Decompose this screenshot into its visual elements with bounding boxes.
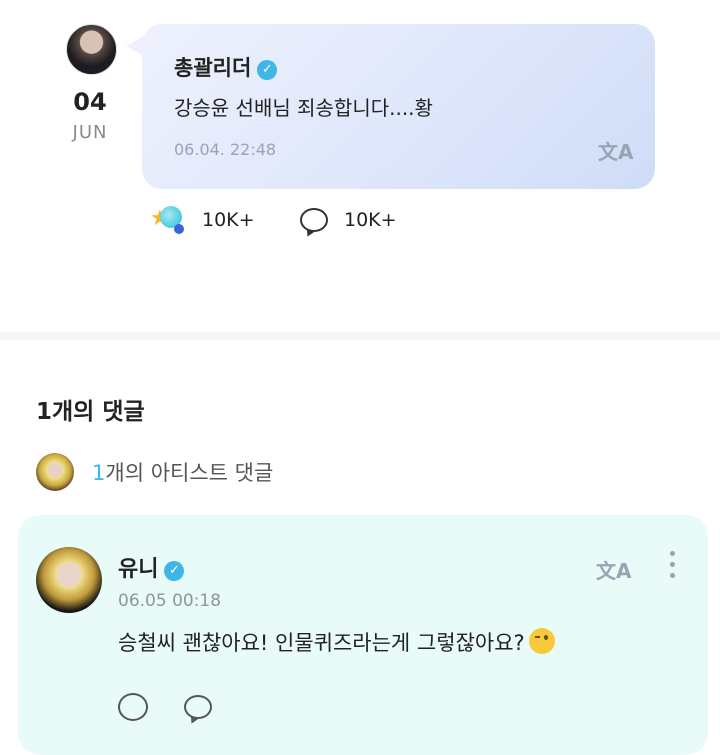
verified-icon: ✓ — [257, 60, 278, 80]
post-bubble[interactable]: 총괄리더 ✓ 강승윤 선배님 죄송합니다....황 06.04. 22:48 文A — [142, 24, 655, 189]
translate-icon[interactable]: 文A — [596, 555, 631, 584]
artist-comments-text: 개의 아티스트 댓글 — [105, 461, 274, 485]
artist-comments-count: 1 — [92, 461, 106, 485]
post-author-avatar[interactable] — [66, 24, 117, 75]
comment-timestamp: 06.05 00:18 — [118, 591, 222, 611]
comment-bubble-icon — [300, 208, 328, 232]
artist-comment-card: 유니 ✓ 06.05 00:18 승철씨 괜찮아요! 인물퀴즈라는게 그렇잖아요?… — [18, 515, 708, 755]
reaction-star-icon: ★ — [150, 204, 186, 236]
more-vertical-icon[interactable] — [670, 551, 676, 584]
comment-actions — [118, 693, 212, 721]
post-text: 강승윤 선배님 죄송합니다....황 — [174, 96, 433, 120]
comment-author-row: 유니 ✓ — [118, 551, 185, 583]
post-date-month: JUN — [72, 122, 108, 143]
section-divider — [0, 332, 720, 340]
reply-bubble-icon[interactable] — [184, 695, 212, 719]
post-author-name[interactable]: 총괄리더 — [174, 56, 251, 80]
verified-icon: ✓ — [164, 561, 185, 581]
post-date-day: 04 — [73, 88, 107, 116]
comments-count: 10K+ — [344, 209, 397, 231]
post-author-row: 총괄리더 ✓ — [174, 52, 278, 82]
comment-author-name[interactable]: 유니 — [118, 557, 158, 582]
reaction-outline-icon[interactable] — [118, 693, 148, 721]
wink-emoji-icon — [528, 628, 555, 654]
reaction-stat[interactable]: ★ 10K+ — [150, 202, 255, 238]
comment-author-avatar[interactable] — [36, 547, 102, 613]
comment-text: 승철씨 괜찮아요! 인물퀴즈라는게 그렇잖아요? — [118, 631, 525, 655]
comments-title: 1개의 댓글 — [36, 399, 145, 425]
post-timestamp: 06.04. 22:48 — [174, 140, 277, 159]
comment-text-row: 승철씨 괜찮아요! 인물퀴즈라는게 그렇잖아요? — [118, 627, 555, 657]
reactions-count: 10K+ — [202, 209, 255, 231]
post-section: 04 JUN 총괄리더 ✓ 강승윤 선배님 죄송합니다....황 06.04. 2… — [0, 0, 720, 332]
comment-stat[interactable]: 10K+ — [300, 202, 397, 238]
translate-icon[interactable]: 文A — [598, 136, 633, 165]
artist-avatar — [36, 453, 74, 491]
artist-comments-row[interactable]: 1개의 아티스트 댓글 — [36, 453, 273, 491]
artist-comments-label: 1개의 아티스트 댓글 — [92, 457, 273, 487]
